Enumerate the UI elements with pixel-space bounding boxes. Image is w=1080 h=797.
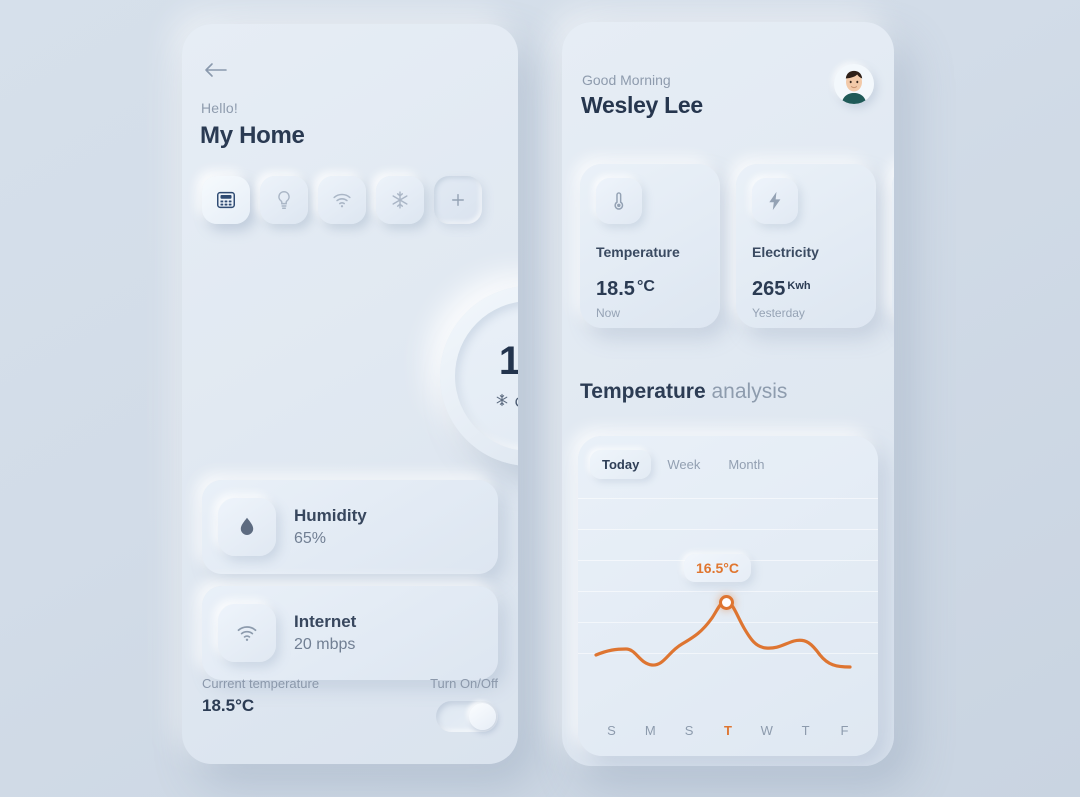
- stat-unit-electricity: Kwh: [787, 280, 811, 292]
- stat-number-electricity: 265: [752, 278, 786, 300]
- dial-temperature-value: 16: [498, 339, 518, 383]
- day-label-5: T: [801, 723, 810, 738]
- stat-sub-temperature: Now: [596, 306, 621, 320]
- phone-screen-dashboard: Good Morning Wesley Lee Temperature 18.5…: [562, 22, 894, 766]
- power-toggle[interactable]: [436, 701, 498, 732]
- stat-sub-electricity: Yesterday: [752, 306, 805, 320]
- quick-icon-plus[interactable]: [434, 176, 482, 224]
- avatar[interactable]: [834, 64, 874, 104]
- back-arrow-icon[interactable]: [204, 60, 230, 80]
- quick-icon-snowflake[interactable]: [376, 176, 424, 224]
- page-title: My Home: [200, 122, 305, 149]
- day-label-0: S: [607, 723, 616, 738]
- day-label-6: F: [840, 723, 849, 738]
- quick-icon-lightbulb[interactable]: [260, 176, 308, 224]
- stat-card-row: Temperature 18.5 °C Now Electricity 265 Kw…: [580, 164, 894, 328]
- internet-card-title: Internet: [294, 612, 357, 631]
- analysis-title-light: analysis: [711, 380, 788, 403]
- snowflake-icon: [495, 393, 509, 411]
- day-label-1: M: [644, 723, 656, 738]
- dashboard-username: Wesley Lee: [581, 92, 703, 118]
- chart-tooltip: 16.5°C: [684, 554, 751, 582]
- tab-week[interactable]: Week: [655, 450, 712, 479]
- day-label-2: S: [684, 723, 694, 738]
- power-toggle-label: Turn On/Off: [430, 676, 498, 691]
- quick-icon-thermostat[interactable]: [202, 176, 250, 224]
- humidity-card-title: Humidity: [294, 506, 367, 525]
- stat-card-temperature[interactable]: Temperature 18.5 °C Now: [580, 164, 720, 328]
- bolt-icon: [752, 178, 798, 224]
- wifi-icon: [218, 604, 276, 662]
- internet-card-text: Internet 20 mbps: [294, 612, 356, 654]
- internet-card[interactable]: Internet 20 mbps: [202, 586, 498, 680]
- stat-unit-temperature: °C: [636, 278, 655, 295]
- power-toggle-group: Turn On/Off: [430, 676, 498, 732]
- stat-value-electricity: 265 Kwh: [752, 278, 860, 301]
- phone-screen-home: Hello! My Home 1 Humidity 65% Internet 2…: [182, 24, 518, 764]
- analysis-title: Temperature analysis: [580, 380, 787, 404]
- dashboard-greeting: Good Morning: [582, 72, 671, 88]
- dial-mode: Cooling: [495, 393, 518, 411]
- humidity-card[interactable]: Humidity 65%: [202, 480, 498, 574]
- internet-card-value: 20 mbps: [294, 636, 356, 653]
- dial-temperature: 16 °C: [499, 341, 518, 381]
- stat-label-temperature: Temperature: [596, 244, 680, 260]
- dial-mode-label: Cooling: [515, 394, 518, 411]
- day-label-3: T: [723, 723, 732, 738]
- quick-action-row: [202, 176, 482, 224]
- humidity-card-text: Humidity 65%: [294, 506, 367, 548]
- analysis-title-bold: Temperature: [580, 380, 706, 403]
- stat-card-humidity[interactable]: Humidity 26 Today: [892, 164, 894, 328]
- chart-x-axis-labels: S M S T W T F: [578, 723, 878, 738]
- tab-today[interactable]: Today: [590, 450, 652, 479]
- humidity-card-value: 65%: [294, 530, 327, 547]
- stat-number-temperature: 18.5: [596, 278, 635, 300]
- temperature-chart-card: Today Week Month 16.5°C S M S T W T F: [578, 436, 878, 756]
- chart-highlight-point[interactable]: [719, 595, 734, 610]
- temperature-line-chart: 16.5°C: [578, 492, 878, 712]
- thermometer-icon: [596, 178, 642, 224]
- day-label-4: W: [760, 723, 773, 738]
- quick-icon-wifi[interactable]: [318, 176, 366, 224]
- thermostat-dial-face: 16 °C Cooling: [455, 301, 518, 451]
- bottom-bar: Current temperature 18.5°C Turn On/Off: [202, 676, 498, 742]
- tab-month[interactable]: Month: [716, 450, 776, 479]
- thermostat-dial[interactable]: 16 °C Cooling: [440, 286, 518, 466]
- stat-label-electricity: Electricity: [752, 244, 819, 260]
- chart-tabs: Today Week Month: [578, 436, 878, 479]
- power-toggle-knob: [469, 703, 496, 730]
- water-drop-icon: [218, 498, 276, 556]
- stat-value-temperature: 18.5 °C: [596, 278, 704, 301]
- greeting-text: Hello!: [201, 100, 238, 116]
- stat-card-electricity[interactable]: Electricity 265 Kwh Yesterday: [736, 164, 876, 328]
